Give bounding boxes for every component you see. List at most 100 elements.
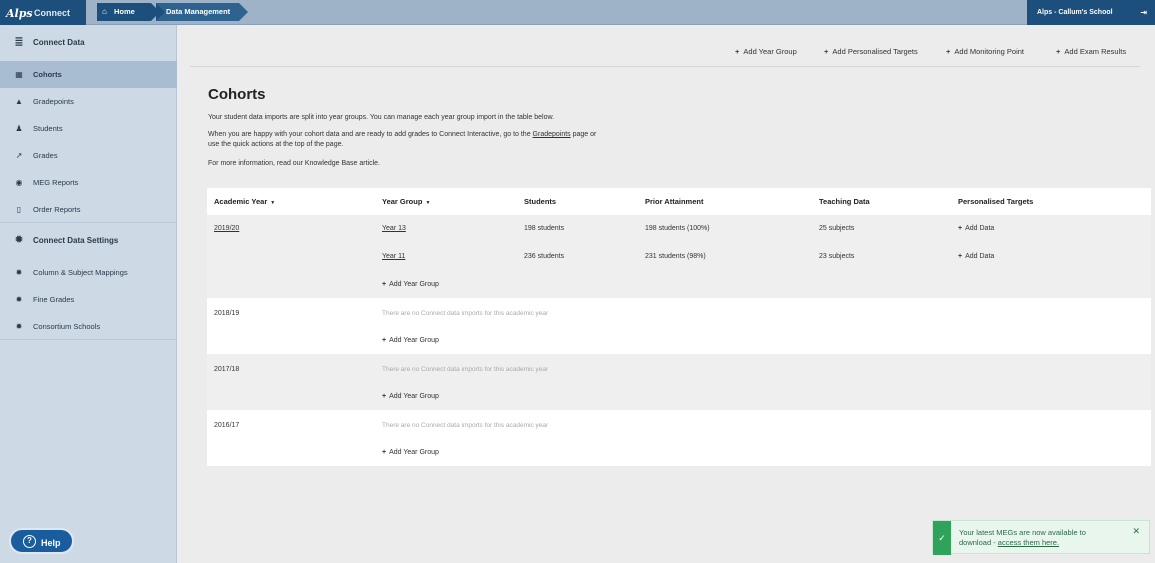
- column-header-teaching-data: Teaching Data: [819, 197, 870, 206]
- sidebar-item-label: Order Reports: [33, 205, 81, 214]
- logout-icon[interactable]: ⇥: [1140, 0, 1147, 25]
- plus-icon: +: [958, 225, 963, 232]
- gradepoints-link[interactable]: Gradepoints: [533, 131, 571, 138]
- quick-add-personalised-targets[interactable]: + Add Personalised Targets: [824, 47, 918, 56]
- gear-icon: ✹: [15, 268, 23, 277]
- quick-action-label: Add Exam Results: [1064, 47, 1127, 56]
- year-group-2018-19: 2018/19 There are no Connect data import…: [207, 298, 1151, 354]
- add-year-group-button[interactable]: + Add Year Group: [382, 449, 439, 456]
- intro-text-3: For more information, read our Knowledge…: [208, 160, 380, 167]
- divider: [190, 66, 1140, 67]
- plus-icon: +: [382, 393, 387, 400]
- access-megs-link[interactable]: access them here.: [998, 538, 1059, 547]
- academic-year: 2016/17: [214, 422, 240, 429]
- no-imports-message: There are no Connect data imports for th…: [382, 366, 549, 373]
- sort-down-icon: ▼: [270, 200, 276, 206]
- toast-line-2: download -: [959, 538, 998, 547]
- quick-action-label: Add Personalised Targets: [832, 47, 918, 56]
- page-title: Cohorts: [208, 86, 266, 103]
- sidebar-item-fine-grades[interactable]: ✹ Fine Grades: [0, 286, 177, 313]
- plus-icon: +: [958, 253, 963, 260]
- home-icon: ⌂: [102, 7, 107, 16]
- gear-icon: ✹: [15, 295, 23, 304]
- academic-year: 2018/19: [214, 310, 240, 317]
- quick-add-exam-results[interactable]: + Add Exam Results: [1056, 47, 1126, 56]
- plus-icon: +: [735, 47, 740, 56]
- add-data-label: Add Data: [965, 225, 995, 232]
- toast-message: Your latest MEGs are now available to do…: [959, 528, 1119, 548]
- help-button[interactable]: ? Help: [9, 528, 74, 554]
- add-year-group-button[interactable]: + Add Year Group: [382, 393, 439, 400]
- sidebar-item-label: Column & Subject Mappings: [33, 268, 128, 277]
- school-menu[interactable]: Alps - Callum's School ⇥: [1027, 0, 1155, 25]
- quick-add-monitoring-point[interactable]: + Add Monitoring Point: [946, 47, 1024, 56]
- academic-year: 2017/18: [214, 366, 240, 373]
- column-header-personalised-targets: Personalised Targets: [958, 197, 1034, 206]
- column-header-label: Academic Year: [214, 197, 268, 206]
- sidebar-item-consortium-schools[interactable]: ✹ Consortium Schools: [0, 313, 177, 340]
- sidebar-item-grades[interactable]: ↗ Grades: [0, 142, 177, 169]
- year-group-2017-18: 2017/18 There are no Connect data import…: [207, 354, 1151, 410]
- year-group-link[interactable]: Year 13: [382, 225, 406, 232]
- students-count: 198 students: [524, 225, 565, 232]
- target-icon: ◉: [15, 178, 23, 187]
- sidebar-header-connect-data[interactable]: ≣ Connect Data: [0, 29, 177, 56]
- table-header: Academic Year ▼ Year Group ▼ Students Prio…: [207, 188, 1151, 215]
- cohorts-table: Academic Year ▼ Year Group ▼ Students Prio…: [207, 188, 1151, 466]
- top-bar: Alps Connect ⌂ Home Data Management Alps…: [0, 0, 1155, 25]
- breadcrumb-home-label: Home: [114, 7, 135, 16]
- sidebar-item-label: Gradepoints: [33, 97, 74, 106]
- plus-icon: +: [382, 449, 387, 456]
- add-year-group-button[interactable]: + Add Year Group: [382, 337, 439, 344]
- breadcrumb-home[interactable]: ⌂ Home: [97, 3, 160, 21]
- column-header-students: Students: [524, 197, 557, 206]
- prior-attainment: 198 students (100%): [645, 225, 710, 232]
- sidebar-item-label: Fine Grades: [33, 295, 75, 304]
- sidebar-header-connect-data-settings[interactable]: ✹ Connect Data Settings: [0, 227, 177, 254]
- alps-connect-logo[interactable]: Alps Connect: [0, 0, 86, 25]
- line-chart-icon: ↗: [15, 151, 23, 160]
- intro-text-1: Your student data imports are split into…: [208, 114, 555, 121]
- add-data-button[interactable]: + Add Data: [958, 225, 994, 232]
- prior-attainment: 231 students (98%): [645, 253, 706, 260]
- table-icon: ▦: [15, 70, 23, 79]
- add-year-group-label: Add Year Group: [389, 393, 439, 400]
- teaching-data: 23 subjects: [819, 253, 855, 260]
- column-header-year-group[interactable]: Year Group ▼: [382, 197, 430, 206]
- help-label: Help: [41, 538, 61, 548]
- sort-down-icon: ▼: [425, 200, 431, 206]
- gear-icon: ✹: [15, 322, 23, 331]
- add-year-group-label: Add Year Group: [389, 337, 439, 344]
- logo-connect-text: Connect: [34, 8, 70, 18]
- sidebar-item-cohorts[interactable]: ▦ Cohorts: [0, 61, 177, 88]
- sidebar-item-meg-reports[interactable]: ◉ MEG Reports: [0, 169, 177, 196]
- sidebar-item-label: Students: [33, 124, 63, 133]
- column-header-label: Year Group: [382, 197, 423, 206]
- add-data-button[interactable]: + Add Data: [958, 253, 994, 260]
- breadcrumb-data-management[interactable]: Data Management: [156, 3, 248, 21]
- close-icon[interactable]: ✕: [1132, 526, 1140, 537]
- plus-icon: +: [382, 281, 387, 288]
- sidebar-item-label: Cohorts: [33, 70, 62, 79]
- sidebar: ≣ Connect Data ▦ Cohorts ▲ Gradepoints ♟…: [0, 25, 177, 563]
- no-imports-message: There are no Connect data imports for th…: [382, 422, 549, 429]
- add-year-group-label: Add Year Group: [389, 281, 439, 288]
- quick-action-label: Add Year Group: [743, 47, 797, 56]
- column-header-academic-year[interactable]: Academic Year ▼: [214, 197, 275, 206]
- database-icon: ≣: [14, 36, 24, 48]
- year-group-link[interactable]: Year 11: [382, 253, 405, 260]
- sidebar-item-gradepoints[interactable]: ▲ Gradepoints: [0, 88, 177, 115]
- document-icon: ▯: [16, 205, 22, 214]
- add-year-group-button[interactable]: + Add Year Group: [382, 281, 439, 288]
- sidebar-item-order-reports[interactable]: ▯ Order Reports: [0, 196, 177, 223]
- sidebar-item-students[interactable]: ♟ Students: [0, 115, 177, 142]
- add-year-group-label: Add Year Group: [389, 449, 439, 456]
- breadcrumb-data-management-label: Data Management: [166, 7, 231, 16]
- students-count: 236 students: [524, 253, 565, 260]
- quick-add-year-group[interactable]: + Add Year Group: [735, 47, 797, 56]
- intro-text-2: When you are happy with your cohort data…: [208, 130, 596, 140]
- sidebar-item-column-subject-mappings[interactable]: ✹ Column & Subject Mappings: [0, 259, 177, 286]
- plus-icon: +: [1056, 47, 1061, 56]
- academic-year-link[interactable]: 2019/20: [214, 225, 239, 232]
- sidebar-item-label: Connect Data: [33, 38, 85, 47]
